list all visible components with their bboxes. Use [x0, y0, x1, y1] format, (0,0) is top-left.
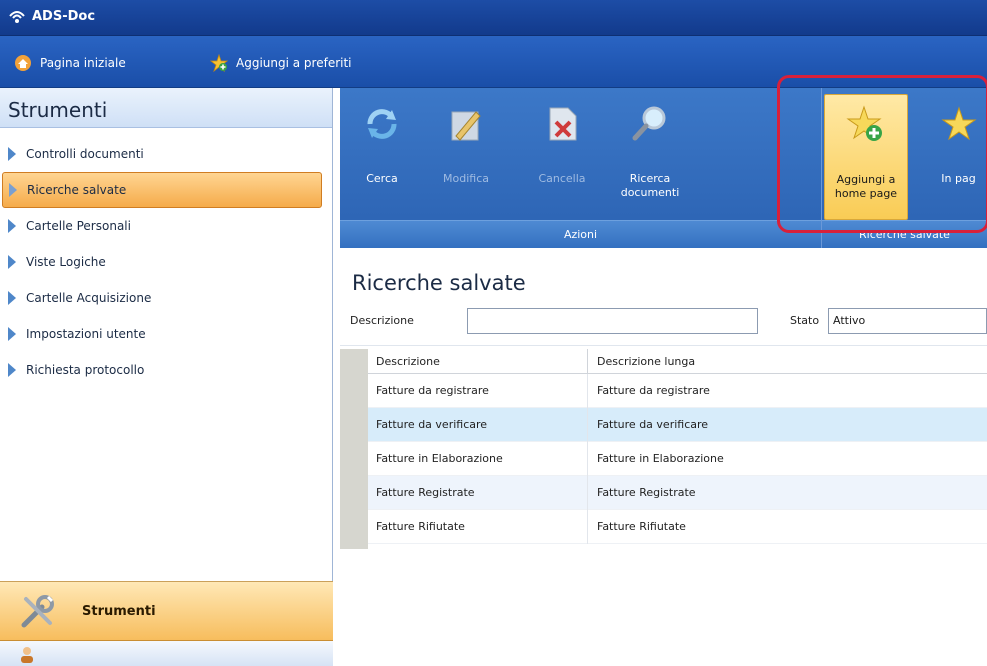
- expand-arrow-icon: [8, 147, 16, 161]
- sidebar-item-richiesta-protocollo[interactable]: Richiesta protocollo: [0, 352, 332, 388]
- column-divider: [587, 408, 588, 442]
- add-favorite-label: Aggiungi a preferiti: [236, 56, 352, 70]
- cell-descrizione: Fatture Registrate: [376, 486, 475, 499]
- table-row[interactable]: Fatture da verificare Fatture da verific…: [368, 408, 987, 442]
- sidebar-item-cartelle-personali[interactable]: Cartelle Personali: [0, 208, 332, 244]
- sidebar-item-label: Cartelle Personali: [26, 219, 131, 233]
- cell-descrizione-lunga: Fatture in Elaborazione: [597, 452, 724, 465]
- group-azioni-label: Azioni: [340, 220, 821, 248]
- add-favorite-link[interactable]: Aggiungi a preferiti: [210, 52, 352, 74]
- sidebar-item-cartelle-acquisizione[interactable]: Cartelle Acquisizione: [0, 280, 332, 316]
- page-title: Ricerche salvate: [352, 271, 526, 295]
- cell-descrizione: Fatture in Elaborazione: [376, 452, 503, 465]
- cell-descrizione-lunga: Fatture da verificare: [597, 418, 709, 431]
- expand-arrow-icon: [9, 183, 17, 197]
- column-divider: [587, 476, 588, 510]
- expand-arrow-icon: [8, 291, 16, 305]
- column-divider: [587, 510, 588, 544]
- descrizione-filter-input[interactable]: [467, 308, 758, 334]
- cell-descrizione-lunga: Fatture Rifiutate: [597, 520, 686, 533]
- expand-arrow-icon: [8, 327, 16, 341]
- sidebar-item-controlli-documenti[interactable]: Controlli documenti: [0, 136, 332, 172]
- expand-arrow-icon: [8, 219, 16, 233]
- ricerca-documenti-label: Ricerca documenti: [620, 172, 680, 199]
- column-header-descrizione-lunga[interactable]: Descrizione lunga: [597, 355, 695, 368]
- sidebar-item-label: Controlli documenti: [26, 147, 144, 161]
- table-row[interactable]: Fatture Rifiutate Fatture Rifiutate: [368, 510, 987, 544]
- table-row[interactable]: Fatture da registrare Fatture da registr…: [368, 374, 987, 408]
- cancella-label: Cancella: [538, 172, 586, 185]
- cell-descrizione: Fatture da registrare: [376, 384, 489, 397]
- star-add-icon: [210, 54, 228, 72]
- tools-icon: [21, 595, 54, 628]
- delete-document-icon: [549, 107, 577, 141]
- column-header-descrizione[interactable]: Descrizione: [376, 355, 440, 368]
- stato-filter-select[interactable]: Attivo: [828, 308, 987, 334]
- home-page-label: Pagina iniziale: [40, 56, 126, 70]
- sidebar-item-label: Ricerche salvate: [27, 183, 127, 197]
- modifica-label: Modifica: [443, 172, 489, 185]
- refresh-icon: [367, 109, 397, 139]
- window-title: ADS-Doc: [32, 9, 96, 24]
- sidebar-item-label: Richiesta protocollo: [26, 363, 145, 377]
- home-page-link[interactable]: Pagina iniziale: [14, 52, 126, 74]
- table-row[interactable]: Fatture Registrate Fatture Registrate: [368, 476, 987, 510]
- column-divider: [587, 349, 588, 374]
- sidebar-item-viste-logiche[interactable]: Viste Logiche: [0, 244, 332, 280]
- cell-descrizione: Fatture Rifiutate: [376, 520, 465, 533]
- strumenti-panel-button[interactable]: Strumenti: [0, 581, 333, 641]
- home-icon: [15, 55, 31, 71]
- filter-bar: Descrizione Stato Attivo: [340, 298, 987, 346]
- row-header-gutter: [340, 349, 368, 549]
- strumenti-panel-label: Strumenti: [82, 603, 156, 619]
- sidebar-item-ricerche-salvate[interactable]: Ricerche salvate: [2, 172, 322, 208]
- modifica-button[interactable]: Modifica: [424, 94, 508, 220]
- sidebar-bottom-strip: [0, 641, 333, 666]
- sidebar-header: Strumenti: [0, 88, 332, 128]
- cancella-button[interactable]: Cancella: [520, 94, 604, 220]
- user-icon: [21, 647, 33, 663]
- magnifier-icon: [632, 106, 666, 141]
- sidebar-items: Controlli documenti Ricerche salvate Car…: [0, 128, 332, 388]
- saved-searches-table: Descrizione Descrizione lunga Fatture da…: [340, 349, 987, 549]
- sidebar-item-label: Cartelle Acquisizione: [26, 291, 152, 305]
- ricerca-documenti-button[interactable]: Ricerca documenti: [608, 94, 692, 220]
- expand-arrow-icon: [8, 255, 16, 269]
- pencil-icon: [451, 111, 481, 141]
- cell-descrizione-lunga: Fatture Registrate: [597, 486, 696, 499]
- sidebar: Strumenti Controlli documenti Ricerche s…: [0, 88, 333, 666]
- cell-descrizione-lunga: Fatture da registrare: [597, 384, 710, 397]
- expand-arrow-icon: [8, 363, 16, 377]
- title-bar: ADS-Doc: [0, 0, 987, 36]
- descrizione-filter-label: Descrizione: [350, 314, 414, 327]
- highlight-outline: [777, 75, 987, 233]
- sidebar-item-label: Impostazioni utente: [26, 327, 146, 341]
- sidebar-item-impostazioni-utente[interactable]: Impostazioni utente: [0, 316, 332, 352]
- cell-descrizione: Fatture da verificare: [376, 418, 488, 431]
- cerca-button[interactable]: Cerca: [340, 94, 424, 220]
- column-divider: [587, 374, 588, 408]
- table-row[interactable]: Fatture in Elaborazione Fatture in Elabo…: [368, 442, 987, 476]
- table-header: Descrizione Descrizione lunga: [368, 349, 987, 374]
- app-logo-icon: [9, 11, 25, 23]
- column-divider: [587, 442, 588, 476]
- cerca-label: Cerca: [366, 172, 398, 185]
- sidebar-item-label: Viste Logiche: [26, 255, 106, 269]
- stato-filter-label: Stato: [790, 314, 820, 327]
